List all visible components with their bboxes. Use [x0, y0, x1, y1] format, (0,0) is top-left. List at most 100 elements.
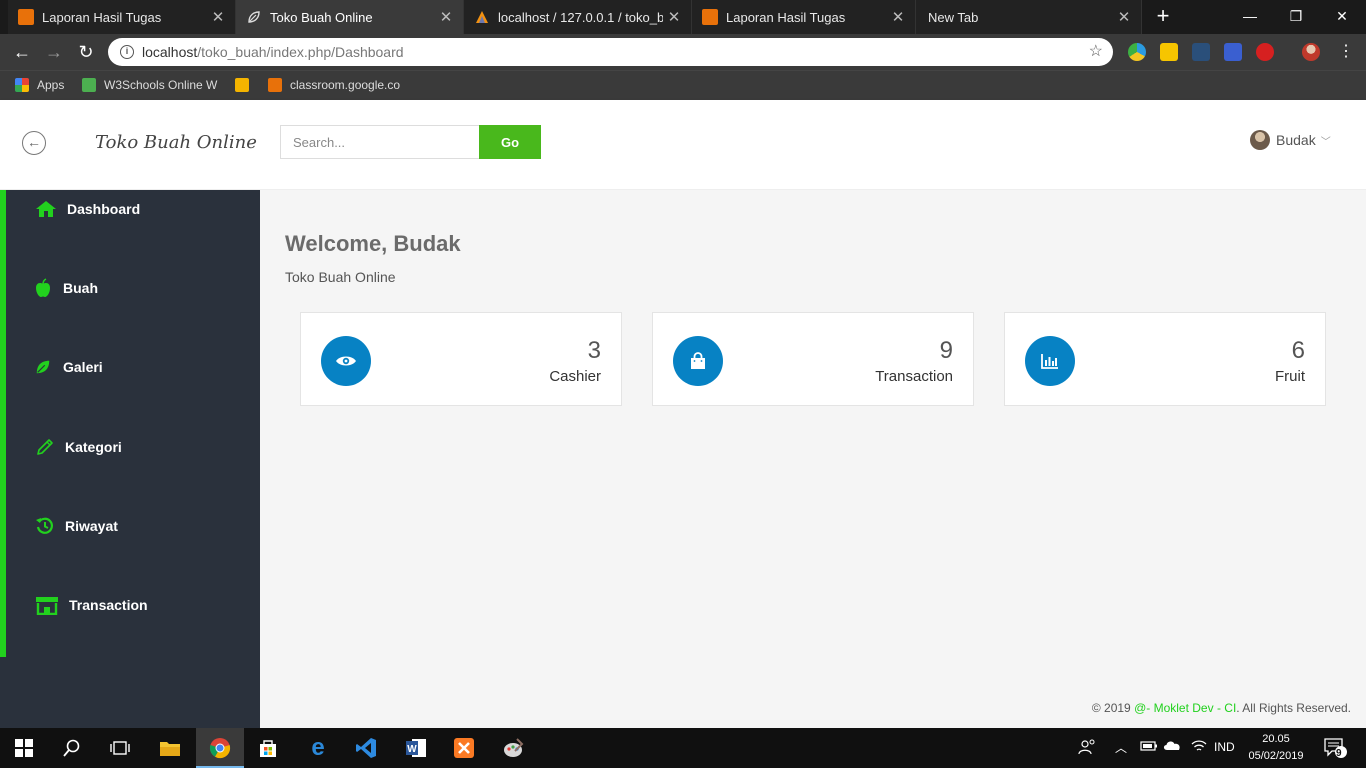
classroom-icon [702, 9, 718, 25]
go-button[interactable]: Go [479, 125, 541, 159]
tab-toko-buah[interactable]: Toko Buah Online ✕ [236, 0, 464, 34]
page-title: Welcome, Budak [285, 231, 461, 256]
close-icon[interactable]: ✕ [663, 8, 685, 26]
bar-chart-icon [1025, 336, 1075, 386]
chevron-down-icon: ﹀ [1320, 136, 1331, 148]
restore-button[interactable]: ❐ [1274, 0, 1318, 32]
tab-phpmyadmin[interactable]: localhost / 127.0.0.1 / toko_bu ✕ [464, 0, 692, 34]
edge-icon[interactable]: e [306, 734, 330, 761]
classroom-icon [18, 9, 34, 25]
windows-taskbar: e W ︿ IND 20.05 05/02/2019 9 [0, 728, 1366, 768]
search-input[interactable] [280, 125, 480, 159]
leaf-icon [246, 9, 262, 25]
stat-card-transaction: 9 Transaction [652, 312, 974, 406]
store-icon[interactable] [256, 736, 280, 760]
stat-label: Cashier [549, 368, 601, 385]
sidebar-item-label: Transaction [69, 597, 148, 613]
page-subtitle: Toko Buah Online [285, 269, 396, 285]
clock[interactable]: 20.05 05/02/2019 [1240, 731, 1312, 765]
onedrive-icon[interactable] [1162, 738, 1182, 755]
forward-button[interactable]: → [42, 41, 66, 63]
main-content: Welcome, Budak Toko Buah Online 3 Cashie… [260, 190, 1366, 728]
close-icon[interactable]: ✕ [435, 8, 457, 26]
new-tab-button[interactable]: + [1150, 5, 1176, 29]
sidebar-item-kategori[interactable]: Kategori [35, 435, 122, 459]
extension-icon[interactable] [1192, 43, 1210, 61]
bookmark-w3schools[interactable]: W3Schools Online W [82, 78, 217, 92]
close-icon[interactable]: ✕ [207, 8, 229, 26]
tab-label: Toko Buah Online [270, 9, 373, 25]
file-explorer-icon[interactable] [158, 736, 182, 760]
xampp-icon[interactable] [452, 736, 476, 760]
paint-icon[interactable] [502, 736, 526, 760]
sidebar-item-riwayat[interactable]: Riwayat [35, 514, 118, 538]
stat-value: 6 [1291, 337, 1305, 364]
tab-new-tab[interactable]: New Tab ✕ [916, 0, 1142, 34]
menu-icon[interactable]: ⋮ [1334, 41, 1358, 63]
windows-start-icon[interactable] [12, 736, 36, 760]
extension-icon[interactable] [1128, 43, 1146, 61]
battery-icon[interactable] [1140, 740, 1158, 755]
language-indicator[interactable]: IND [1214, 740, 1235, 754]
footer: © 2019 @- Moklet Dev - CI. All Rights Re… [1092, 701, 1351, 715]
clock-date: 05/02/2019 [1248, 750, 1304, 762]
clock-time: 20.05 [1262, 733, 1290, 745]
tab-label: localhost / 127.0.0.1 / toko_bu [498, 9, 663, 25]
reload-button[interactable]: ↻ [74, 41, 98, 63]
extension-icon[interactable] [1256, 43, 1274, 61]
bookmark-label: W3Schools Online W [104, 78, 218, 92]
sidebar-item-dashboard[interactable]: Dashboard [35, 197, 140, 221]
address-bar[interactable]: i localhost/toko_buah/index.php/Dashboar… [108, 38, 1113, 66]
sidebar-item-buah[interactable]: Buah [35, 276, 98, 300]
sidebar: Dashboard Buah Galeri Kategori Riwayat T… [0, 190, 260, 728]
stat-card-cashier: 3 Cashier [300, 312, 622, 406]
extension-icon[interactable] [1160, 43, 1178, 61]
sidebar-item-transaction[interactable]: Transaction [35, 593, 148, 617]
close-icon[interactable]: ✕ [1113, 8, 1135, 26]
people-icon[interactable] [1078, 738, 1096, 759]
tab-laporan-1[interactable]: Laporan Hasil Tugas ✕ [8, 0, 236, 34]
back-button[interactable]: ← [10, 41, 34, 63]
vscode-icon[interactable] [354, 736, 378, 760]
sidebar-item-galeri[interactable]: Galeri [35, 355, 103, 379]
profile-avatar[interactable] [1302, 43, 1320, 61]
close-icon[interactable]: ✕ [887, 8, 909, 26]
sidebar-item-label: Kategori [65, 439, 122, 455]
bookmark-apps[interactable]: Apps [15, 78, 64, 92]
info-icon[interactable]: i [120, 45, 134, 59]
close-window-button[interactable]: ✕ [1320, 0, 1364, 32]
wifi-icon[interactable] [1190, 738, 1208, 757]
bookmark-classroom-icon-only[interactable] [235, 78, 249, 92]
stat-value: 9 [939, 337, 953, 364]
svg-text:W: W [407, 744, 417, 755]
sidebar-accent-bar [0, 190, 6, 657]
bookmark-label: classroom.google.co [290, 78, 401, 92]
bookmark-classroom[interactable]: classroom.google.co [268, 78, 400, 92]
chrome-icon[interactable] [208, 736, 232, 760]
extension-icon[interactable] [1224, 43, 1242, 61]
word-icon[interactable]: W [404, 736, 428, 760]
brand-logo[interactable]: Toko Buah Online [95, 132, 257, 153]
search-icon[interactable] [60, 736, 84, 760]
footer-link[interactable]: @- Moklet Dev - CI [1134, 701, 1236, 715]
tab-laporan-2[interactable]: Laporan Hasil Tugas ✕ [692, 0, 916, 34]
chevron-up-icon[interactable]: ︿ [1115, 739, 1127, 756]
shopping-bag-icon [673, 336, 723, 386]
sidebar-item-label: Buah [63, 280, 98, 296]
stat-label: Fruit [1275, 368, 1305, 385]
app-header: ← Toko Buah Online Go Budak ﹀ [0, 100, 1366, 190]
url-host: localhost [142, 44, 198, 60]
minimize-button[interactable]: — [1228, 0, 1272, 32]
task-view-icon[interactable] [108, 736, 132, 760]
url-text: localhost/toko_buah/index.php/Dashboard [142, 44, 404, 60]
stat-value: 3 [587, 337, 601, 364]
bookmark-star-icon[interactable]: ☆ [1089, 41, 1103, 61]
browser-toolbar: ← → ↻ i localhost/toko_buah/index.php/Da… [0, 34, 1366, 70]
user-menu[interactable]: Budak ﹀ [1250, 130, 1331, 150]
tab-label: Laporan Hasil Tugas [42, 9, 162, 25]
browser-tab-bar: Laporan Hasil Tugas ✕ Toko Buah Online ✕… [0, 0, 1366, 34]
footer-copyright: © 2019 [1091, 701, 1135, 715]
tab-label: New Tab [928, 9, 979, 25]
phpmyadmin-icon [474, 9, 490, 25]
back-arrow-icon[interactable]: ← [22, 131, 46, 155]
